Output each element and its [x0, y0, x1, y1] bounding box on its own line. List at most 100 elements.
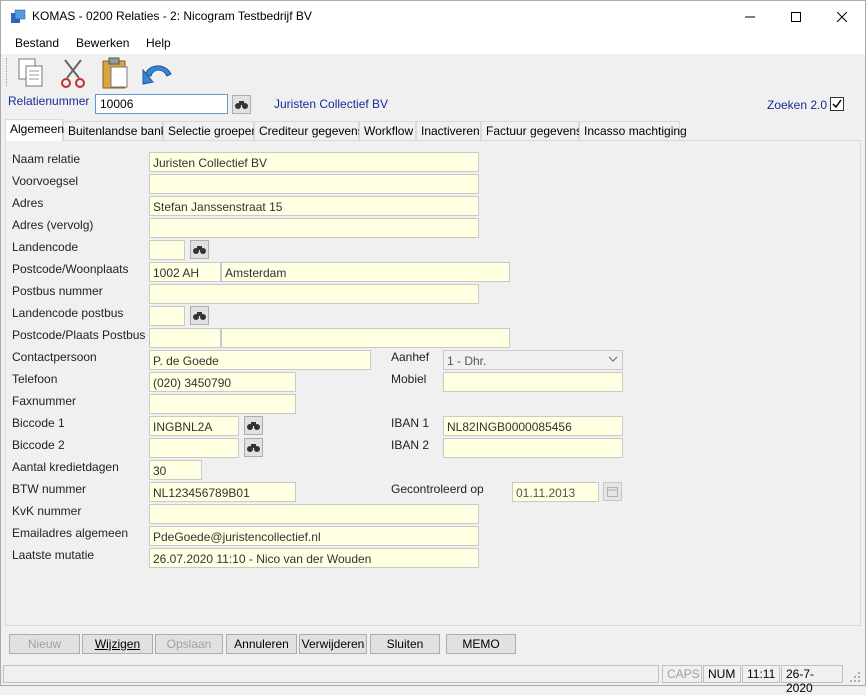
tab-incasso-machtiging[interactable]: Incasso machtiging	[579, 121, 687, 141]
maximize-button[interactable]	[773, 1, 819, 32]
iban2-label: IBAN 2	[391, 438, 430, 452]
biccode1-field[interactable]: INGBNL2A	[149, 416, 239, 436]
landencode-search-button[interactable]	[190, 240, 209, 259]
email-field[interactable]: PdeGoede@juristencollectief.nl	[149, 526, 479, 546]
resize-grip-icon[interactable]	[849, 671, 861, 683]
adres-field[interactable]: Stefan Janssenstraat 15	[149, 196, 479, 216]
postcode-field[interactable]: 1002 AH	[149, 262, 221, 282]
undo-button[interactable]	[141, 56, 175, 90]
relatienummer-label: Relatienummer	[8, 94, 90, 108]
caps-indicator: CAPS	[662, 665, 702, 683]
telefoon-field[interactable]: (020) 3450790	[149, 372, 296, 392]
aanhef-select[interactable]: 1 - Dhr.	[443, 350, 623, 370]
close-icon	[837, 11, 847, 22]
telefoon-label: Telefoon	[12, 372, 58, 386]
calendar-icon	[607, 487, 618, 497]
biccode2-field[interactable]	[149, 438, 239, 458]
postbus-nummer-field[interactable]	[149, 284, 479, 304]
app-window: KOMAS - 0200 Relaties - 2: Nicogram Test…	[0, 0, 866, 695]
title-bar: KOMAS - 0200 Relaties - 2: Nicogram Test…	[1, 1, 865, 32]
menu-bewerken[interactable]: Bewerken	[76, 36, 129, 50]
tab-algemeen[interactable]: Algemeen	[5, 119, 64, 141]
kvk-field[interactable]	[149, 504, 479, 524]
iban1-field[interactable]: NL82INGB0000085456	[443, 416, 623, 436]
postcode-plaats-postbus-label: Postcode/Plaats Postbus	[12, 328, 146, 342]
status-bar: CAPS NUM 11:11 26-7-2020	[1, 663, 865, 695]
kredietdagen-field[interactable]: 30	[149, 460, 202, 480]
landencode-postbus-search-button[interactable]	[190, 306, 209, 325]
chevron-down-icon	[608, 356, 618, 362]
menu-bestand[interactable]: Bestand	[15, 36, 59, 50]
tab-buitenlandse-bank[interactable]: Buitenlandse bank	[63, 121, 167, 141]
paste-button[interactable]	[99, 56, 133, 90]
checkmark-icon	[832, 99, 842, 109]
gecontroleerd-label: Gecontroleerd op	[391, 482, 484, 496]
menu-help[interactable]: Help	[146, 36, 171, 50]
sluiten-button[interactable]: Sluiten	[370, 634, 440, 654]
tab-inactiveren[interactable]: Inactiveren	[416, 121, 481, 141]
zoeken-label: Zoeken 2.0	[767, 98, 828, 112]
app-icon	[11, 9, 26, 23]
btw-field[interactable]: NL123456789B01	[149, 482, 296, 502]
biccode1-search-button[interactable]	[244, 416, 263, 435]
contactpersoon-label: Contactpersoon	[12, 350, 97, 364]
opslaan-button[interactable]: Opslaan	[155, 634, 223, 654]
faxnummer-field[interactable]	[149, 394, 296, 414]
tab-crediteur-gegevens[interactable]: Crediteur gegevens	[254, 121, 364, 141]
voorvoegsel-field[interactable]	[149, 174, 479, 194]
woonplaats-field[interactable]: Amsterdam	[221, 262, 510, 282]
kvk-label: KvK nummer	[12, 504, 82, 518]
nieuw-button[interactable]: Nieuw	[9, 634, 80, 654]
zoeken-checkbox[interactable]	[830, 97, 844, 111]
menu-bar: Bestand Bewerken Help	[1, 32, 865, 54]
status-time: 11:11	[742, 665, 780, 683]
adres-label: Adres	[12, 196, 44, 210]
wijzigen-button[interactable]: Wijzigen	[82, 634, 153, 654]
minimize-button[interactable]	[727, 1, 773, 32]
email-label: Emailadres algemeen	[12, 526, 129, 540]
aanhef-value: 1 - Dhr.	[447, 354, 487, 368]
faxnummer-label: Faxnummer	[12, 394, 77, 408]
kredietdagen-label: Aantal kredietdagen	[12, 460, 119, 474]
binoculars-icon	[193, 311, 206, 320]
undo-icon	[142, 65, 172, 85]
status-date: 26-7-2020	[781, 665, 843, 695]
postcode-postbus-field[interactable]	[149, 328, 221, 348]
landencode-postbus-field[interactable]	[149, 306, 185, 326]
aanhef-label: Aanhef	[391, 350, 430, 364]
tab-workflow[interactable]: Workflow	[359, 121, 416, 141]
adres-vervolg-field[interactable]	[149, 218, 479, 238]
landencode-field[interactable]	[149, 240, 185, 260]
binoculars-icon	[247, 443, 260, 452]
contactpersoon-field[interactable]: P. de Goede	[149, 350, 371, 370]
calendar-button[interactable]	[603, 482, 622, 501]
naam-relatie-label: Naam relatie	[12, 152, 81, 166]
minimize-icon	[745, 16, 755, 17]
memo-button[interactable]: MEMO	[446, 634, 516, 654]
iban1-label: IBAN 1	[391, 416, 430, 430]
toolbar-grip[interactable]	[6, 58, 9, 86]
cut-icon	[61, 59, 85, 88]
tab-selectie-groepen[interactable]: Selectie groepen	[163, 121, 258, 141]
biccode2-search-button[interactable]	[244, 438, 263, 457]
verwijderen-button[interactable]: Verwijderen	[299, 634, 367, 654]
relatie-search-button[interactable]	[232, 95, 251, 114]
mobiel-field[interactable]	[443, 372, 623, 392]
laatste-mutatie-label: Laatste mutatie	[12, 548, 95, 562]
status-message	[3, 665, 659, 683]
window-title: KOMAS - 0200 Relaties - 2: Nicogram Test…	[32, 9, 312, 23]
postbus-nummer-label: Postbus nummer	[12, 284, 103, 298]
tab-factuur-gegevens[interactable]: Factuur gegevens	[481, 121, 582, 141]
plaats-postbus-field[interactable]	[221, 328, 510, 348]
cut-button[interactable]	[57, 56, 91, 90]
mobiel-label: Mobiel	[391, 372, 427, 386]
close-button[interactable]	[819, 1, 865, 32]
gecontroleerd-field[interactable]: 01.11.2013	[512, 482, 599, 502]
annuleren-button[interactable]: Annuleren	[226, 634, 297, 654]
relatienummer-input[interactable]	[95, 94, 228, 114]
copy-button[interactable]	[14, 56, 48, 90]
laatste-mutatie-field: 26.07.2020 11:10 - Nico van der Wouden	[149, 548, 479, 568]
naam-relatie-field[interactable]: Juristen Collectief BV	[149, 152, 479, 172]
num-indicator: NUM	[703, 665, 741, 683]
iban2-field[interactable]	[443, 438, 623, 458]
